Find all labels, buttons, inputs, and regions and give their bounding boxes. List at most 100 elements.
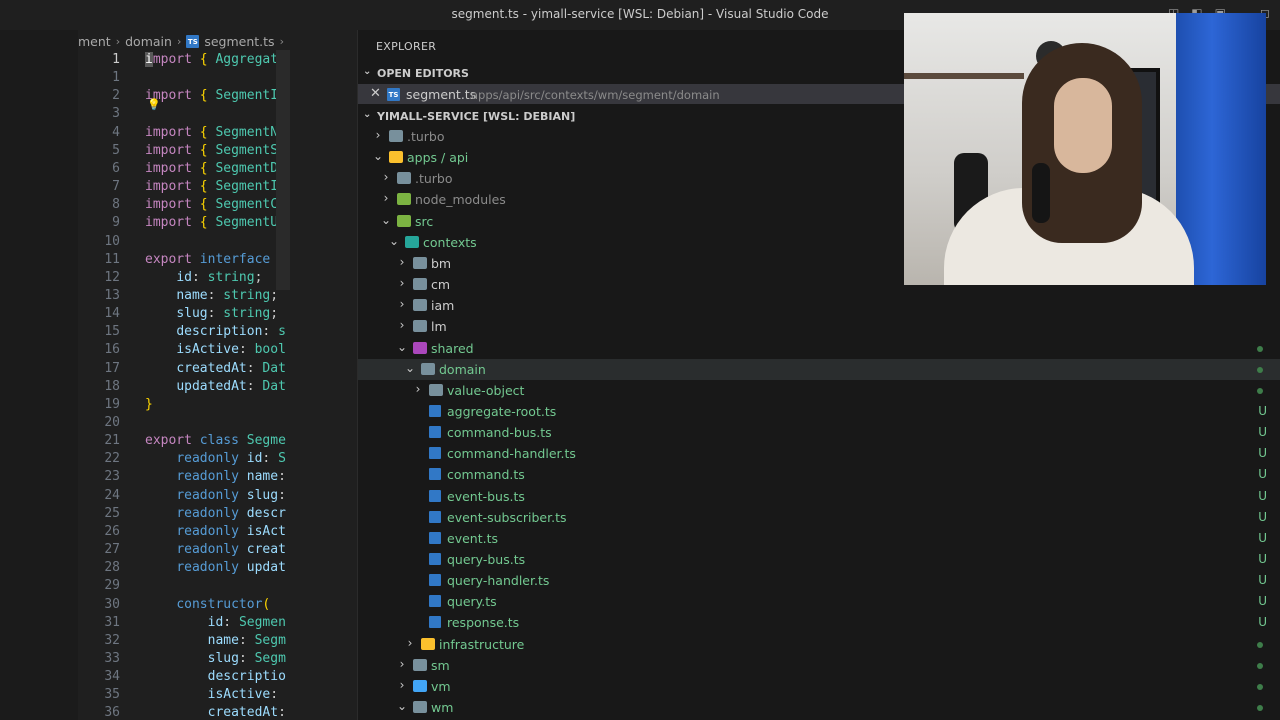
folder-icon [421,637,435,650]
webcam-microphone [1032,163,1050,223]
code-line[interactable]: 9 import { SegmentUp [78,214,290,232]
tree-file[interactable]: event.ts U [358,528,1280,549]
code-line[interactable]: 17 createdAt: Dat [78,360,290,378]
code-line[interactable]: 11 export interface S [78,251,290,269]
code-line[interactable]: 32 name: Segm [78,632,290,650]
tree-file[interactable]: query-bus.ts U [358,549,1280,570]
tree-file[interactable]: event-subscriber.ts U [358,507,1280,528]
code-line[interactable]: 13 name: string; [78,287,290,305]
tree-folder[interactable]: ⌄ domain [358,358,1280,380]
git-status-badge: U [1258,615,1267,630]
chevron-down-icon[interactable]: ⌄ [372,149,384,163]
line-number: 20 [104,415,120,430]
chevron-right-icon[interactable]: › [380,170,392,184]
tree-item-label: sm [431,657,450,673]
chevron-right-icon[interactable]: › [396,318,408,332]
line-number: 25 [104,505,120,521]
tree-file[interactable]: command.ts U [358,464,1280,485]
lightbulb-icon[interactable]: 💡 [147,98,161,111]
code-text: } [145,396,153,412]
code-line[interactable]: 5 import { SegmentSl [78,142,290,160]
code-line[interactable]: 22 readonly id: S [78,450,290,468]
breadcrumb-item[interactable]: segment.ts [204,34,274,49]
chevron-right-icon[interactable]: › [396,255,408,269]
code-line[interactable]: 24 readonly slug: [78,487,290,505]
chevron-down-icon[interactable]: ⌄ [404,361,416,375]
chevron-right-icon[interactable]: › [404,636,416,650]
code-line[interactable]: 7 import { SegmentIs [78,178,290,196]
typescript-file-icon [429,404,441,417]
chevron-right-icon[interactable]: › [380,191,392,205]
code-line[interactable]: 18 updatedAt: Dat [78,378,290,396]
code-line[interactable]: 33 slug: Segm [78,650,290,668]
code-line[interactable]: 4 import { SegmentNa [78,124,290,142]
tree-folder[interactable]: › iam [358,295,1280,316]
code-text: readonly isAct [176,523,286,539]
tree-item-label: contexts [423,234,477,250]
chevron-right-icon[interactable]: › [396,297,408,311]
code-line[interactable]: 6 import { SegmentDe [78,160,290,178]
tree-file[interactable]: command-handler.ts U [358,443,1280,464]
code-editor[interactable]: ment › domain › TS segment.ts › ... 1 imp… [0,30,357,720]
code-area[interactable]: 1 import { Aggregate 1 2 import { SegmentId 3… [78,50,290,720]
tree-folder[interactable]: › infrastructure [358,634,1280,655]
code-text: readonly name: [176,469,286,485]
code-line[interactable]: 35 isActive: [78,686,290,704]
code-line[interactable]: 36 createdAt: [78,704,290,720]
code-line[interactable]: 1 import { Aggregate [78,51,290,69]
chevron-down-icon: ⌄ [363,66,372,77]
chevron-down-icon[interactable]: ⌄ [388,234,400,248]
chevron-right-icon[interactable]: › [396,657,408,671]
close-icon[interactable]: ✕ [370,86,381,101]
code-line[interactable]: 8 import { SegmentCr [78,196,290,214]
code-line[interactable]: 31 id: Segmen [78,614,290,632]
code-line[interactable]: 26 readonly isAct [78,523,290,541]
code-line[interactable]: 25 readonly descr [78,505,290,523]
code-line[interactable]: 12 id: string; [78,269,290,287]
tree-folder[interactable]: › lm [358,316,1280,337]
code-line[interactable]: 10 [78,233,290,251]
code-text: isActive: bool [176,342,286,358]
code-line[interactable]: 3 [78,105,290,123]
tree-file[interactable]: query-handler.ts U [358,570,1280,591]
chevron-right-icon[interactable]: › [412,382,424,396]
code-line[interactable]: 29 [78,577,290,595]
tree-folder[interactable]: › sm [358,655,1280,676]
code-line[interactable]: 28 readonly updat [78,559,290,577]
tree-file[interactable]: query.ts U [358,591,1280,612]
chevron-down-icon[interactable]: ⌄ [396,699,408,713]
code-line[interactable]: 27 readonly creat [78,541,290,559]
tree-file[interactable]: event-bus.ts U [358,486,1280,507]
code-line[interactable]: 30 constructor( [78,596,290,614]
code-line[interactable]: 1 [78,69,290,87]
code-line[interactable]: 19} [78,396,290,414]
code-line[interactable]: 34 descriptio [78,668,290,686]
breadcrumb-item[interactable]: domain [125,34,172,49]
folder-icon [413,701,427,714]
breadcrumb-item[interactable]: ment [78,34,111,49]
code-line[interactable]: 15 description: s [78,323,290,341]
code-line[interactable]: 23 readonly name: [78,468,290,486]
tree-folder[interactable]: › value-object [358,380,1280,401]
chevron-right-icon[interactable]: › [372,128,384,142]
tree-folder[interactable]: ⌄ shared [358,338,1280,359]
chevron-down-icon[interactable]: ⌄ [380,213,392,227]
tree-file[interactable]: aggregate-root.ts U [358,401,1280,422]
line-number: 16 [104,342,120,358]
chevron-down-icon[interactable]: ⌄ [396,340,408,354]
tree-item-label: command-bus.ts [447,425,552,441]
tree-folder[interactable]: › vm [358,676,1280,697]
chevron-right-icon[interactable]: › [396,276,408,290]
tree-file[interactable]: response.ts U [358,612,1280,633]
scrollbar-thumb[interactable] [276,50,290,290]
tree-folder[interactable]: ⌄ wm [358,697,1280,718]
chevron-right-icon[interactable]: › [396,678,408,692]
code-line[interactable]: 16 isActive: bool [78,341,290,359]
code-line[interactable]: 21 export class Segme [78,432,290,450]
tree-item-label: event-bus.ts [447,488,525,504]
git-status-badge: U [1258,530,1267,545]
tree-file[interactable]: command-bus.ts U [358,422,1280,443]
code-line[interactable]: 2 import { SegmentId [78,87,290,105]
code-line[interactable]: 20 [78,414,290,432]
code-line[interactable]: 14 slug: string; [78,305,290,323]
